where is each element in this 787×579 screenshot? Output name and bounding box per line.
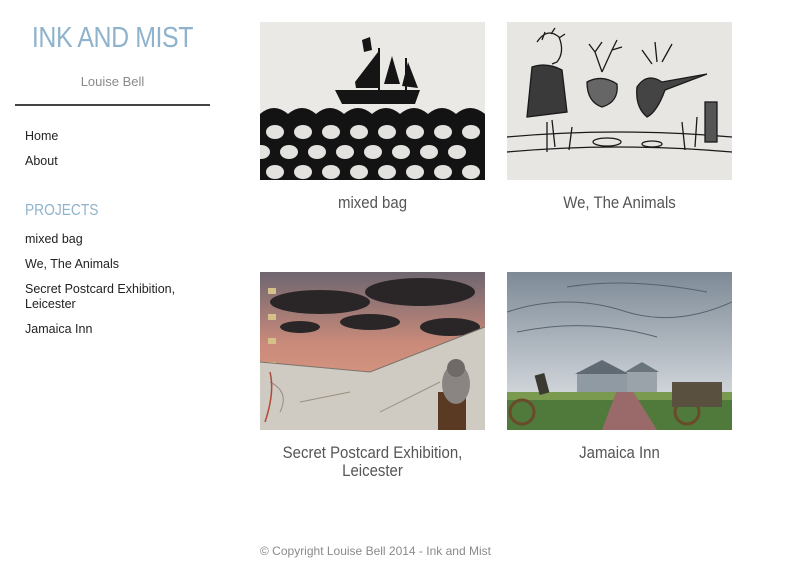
gallery-tile-jamaica-inn[interactable]: Jamaica Inn <box>507 272 732 462</box>
project-link-we-the-animals[interactable]: We, The Animals <box>25 257 210 272</box>
nav-link-home[interactable]: Home <box>25 124 58 149</box>
projects-heading: PROJECTS <box>25 202 99 219</box>
gallery-tile-we-the-animals[interactable]: We, The Animals <box>507 22 732 212</box>
gallery-tile-secret-postcard[interactable]: Secret Postcard Exhibition, Leicester <box>260 272 485 480</box>
site-tagline: Louise Bell <box>80 74 145 89</box>
project-link-secret-postcard[interactable]: Secret Postcard Exhibition, Leicester <box>25 282 210 312</box>
woodcut-ship-waves-image[interactable] <box>260 22 485 180</box>
project-link-mixed-bag[interactable]: mixed bag <box>25 232 210 247</box>
main-nav: Home About <box>25 124 58 174</box>
tile-caption[interactable]: mixed bag <box>274 194 472 212</box>
tile-caption[interactable]: We, The Animals <box>521 194 719 212</box>
projects-list: mixed bag We, The Animals Secret Postcar… <box>25 232 210 347</box>
footer-copyright: © Copyright Louise Bell 2014 - Ink and M… <box>260 544 491 558</box>
collage-sunset-cat-image[interactable] <box>260 272 485 430</box>
gallery-tile-mixed-bag[interactable]: mixed bag <box>260 22 485 212</box>
tile-caption[interactable]: Secret Postcard Exhibition, Leicester <box>274 444 472 480</box>
sidebar-divider <box>15 104 210 106</box>
project-link-jamaica-inn[interactable]: Jamaica Inn <box>25 322 210 337</box>
site-title[interactable]: INK AND MIST <box>29 22 197 55</box>
inn-landscape-drawing-image[interactable] <box>507 272 732 430</box>
nav-link-about[interactable]: About <box>25 149 58 174</box>
tile-caption[interactable]: Jamaica Inn <box>521 444 719 462</box>
animals-dinner-drawing-image[interactable] <box>507 22 732 180</box>
